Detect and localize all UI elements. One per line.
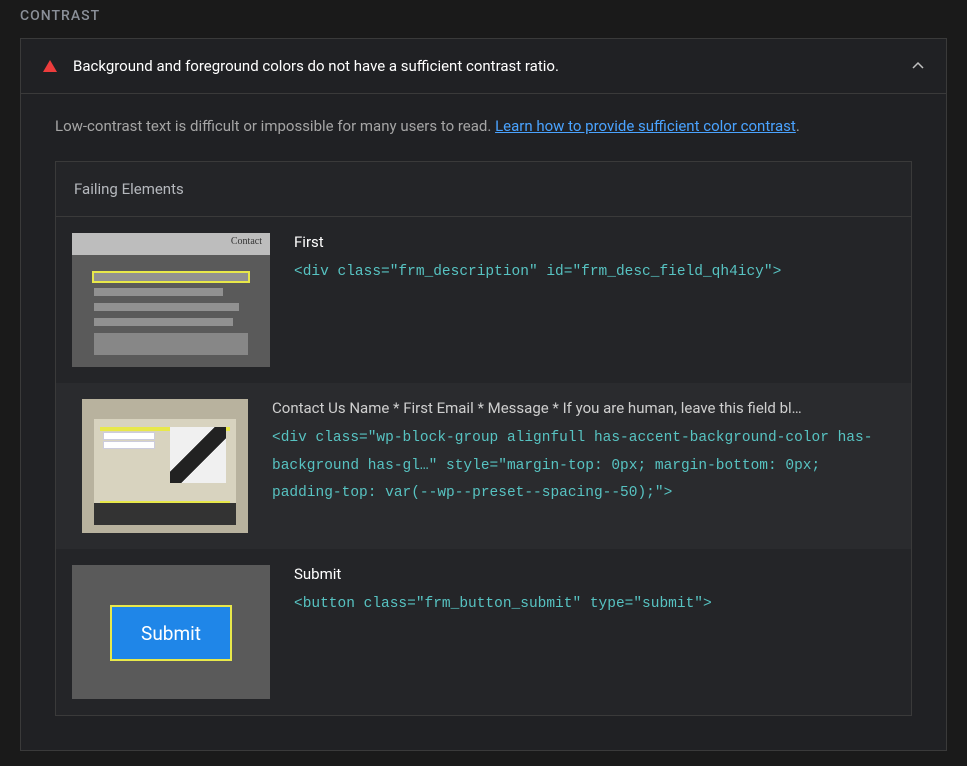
warning-triangle-icon <box>43 60 57 72</box>
failing-element-code: <div class="wp-block-group alignfull has… <box>272 425 895 508</box>
element-thumbnail: Submit <box>72 565 270 699</box>
thumbnail-text: Contact <box>231 236 262 247</box>
failing-element-title: First <box>294 233 895 251</box>
audit-panel: Background and foreground colors do not … <box>20 38 947 751</box>
failing-elements-header: Failing Elements <box>56 162 911 217</box>
audit-body: Low-contrast text is difficult or imposs… <box>21 94 946 750</box>
failing-element-row[interactable]: Contact First <div class="frm_descriptio… <box>56 217 911 383</box>
audit-description-suffix: . <box>796 117 800 135</box>
section-title: CONTRAST <box>20 0 947 38</box>
failing-element-code: <button class="frm_button_submit" type="… <box>294 591 895 619</box>
audit-description-text: Low-contrast text is difficult or imposs… <box>55 117 495 135</box>
failing-element-title: Contact Us Name * First Email * Message … <box>272 399 895 417</box>
thumbnail-submit-button: Submit <box>110 605 232 661</box>
element-thumbnail <box>82 399 248 533</box>
audit-title: Background and foreground colors do not … <box>73 57 559 75</box>
failing-element-code: <div class="frm_description" id="frm_des… <box>294 259 895 287</box>
failing-element-row[interactable]: Contact Us Name * First Email * Message … <box>56 383 911 549</box>
failing-element-title: Submit <box>294 565 895 583</box>
learn-more-link[interactable]: Learn how to provide sufficient color co… <box>495 117 796 135</box>
failing-elements-box: Failing Elements Contact <box>55 161 912 716</box>
element-thumbnail: Contact <box>72 233 270 367</box>
audit-header[interactable]: Background and foreground colors do not … <box>21 39 946 94</box>
failing-element-row[interactable]: Submit Submit <button class="frm_button_… <box>56 549 911 715</box>
chevron-up-icon <box>912 60 924 72</box>
audit-description: Low-contrast text is difficult or imposs… <box>55 116 912 137</box>
